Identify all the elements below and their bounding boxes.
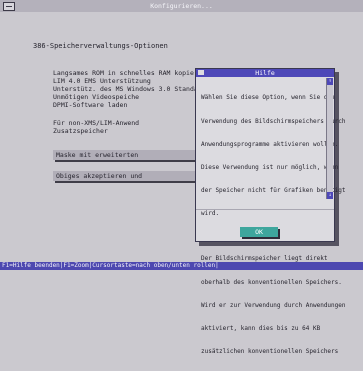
help-title-bar: Hilfe — [196, 69, 334, 77]
option-label-video-memory: Unmötigen Videospeiche — [53, 93, 140, 101]
window-title: Konfigurieren... — [150, 2, 213, 10]
option-label-rom-ram: Langsames ROM in schnelles RAM kopieren — [53, 69, 206, 77]
option-label-lim-ems: LIM 4.0 EMS Unterstützung — [53, 77, 151, 85]
accept-button[interactable]: Obiges akzeptieren und — [53, 171, 196, 181]
page-title: 386-Speicherverwaltungs-Optionen — [33, 42, 168, 50]
help-scrollbar[interactable]: ↑ ↓ — [326, 78, 333, 199]
help-line: Anwendungsprogramme aktivieren wollen. — [201, 140, 339, 148]
help-line: Verwendung des Bildschirmspeichers durch — [201, 117, 346, 125]
help-line: zusätzlichen konventionellen Speichers — [201, 347, 339, 355]
xms-label-line2: Zusatzspeicher — [53, 127, 108, 135]
option-label-dpmi: DPMI-Software laden — [53, 101, 128, 109]
help-line: Wählen Sie diese Option, wenn Sie die — [201, 94, 335, 102]
help-line: wird. — [201, 209, 220, 217]
xms-label-line1: Für non-XMS/LIM-Anwend — [53, 119, 140, 127]
help-line: aktiviert, kann dies bis zu 64 KB — [201, 324, 321, 332]
status-bar: F1=Hilfe beenden|F1=Zoom|Cursortaste=nac… — [0, 262, 363, 270]
help-title: Hilfe — [255, 69, 275, 77]
advanced-options-button[interactable]: Maske mit erweiterten — [53, 150, 196, 160]
help-text: Wählen Sie diese Option, wenn Sie die Ve… — [201, 79, 346, 371]
help-line: Diese Verwendung ist nur möglich, wenn — [201, 163, 339, 171]
ok-button[interactable]: OK — [240, 227, 278, 237]
divider — [196, 209, 334, 210]
help-line: oberhalb des konventionellen Speichers. — [201, 278, 342, 286]
status-text: F1=Hilfe beenden|F1=Zoom|Cursortaste=nac… — [2, 262, 219, 269]
help-line: Wird er zur Verwendung durch Anwendungen — [201, 301, 346, 309]
help-dialog: Hilfe Wählen Sie diese Option, wenn Sie … — [195, 68, 346, 355]
scroll-up-icon[interactable]: ↑ — [327, 78, 333, 85]
help-line: der Speicher nicht für Grafiken benötigt — [201, 186, 346, 194]
scroll-down-icon[interactable]: ↓ — [327, 192, 333, 199]
title-bar: Konfigurieren... — [0, 0, 363, 12]
